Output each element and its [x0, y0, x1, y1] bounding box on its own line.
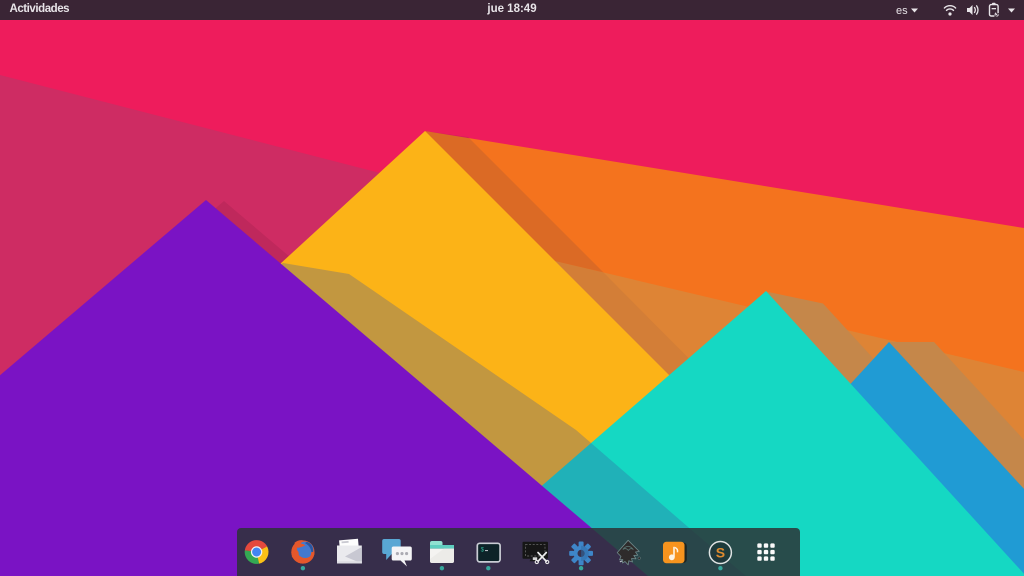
svg-text:$: $ — [481, 547, 485, 554]
svg-text:S: S — [716, 545, 725, 561]
